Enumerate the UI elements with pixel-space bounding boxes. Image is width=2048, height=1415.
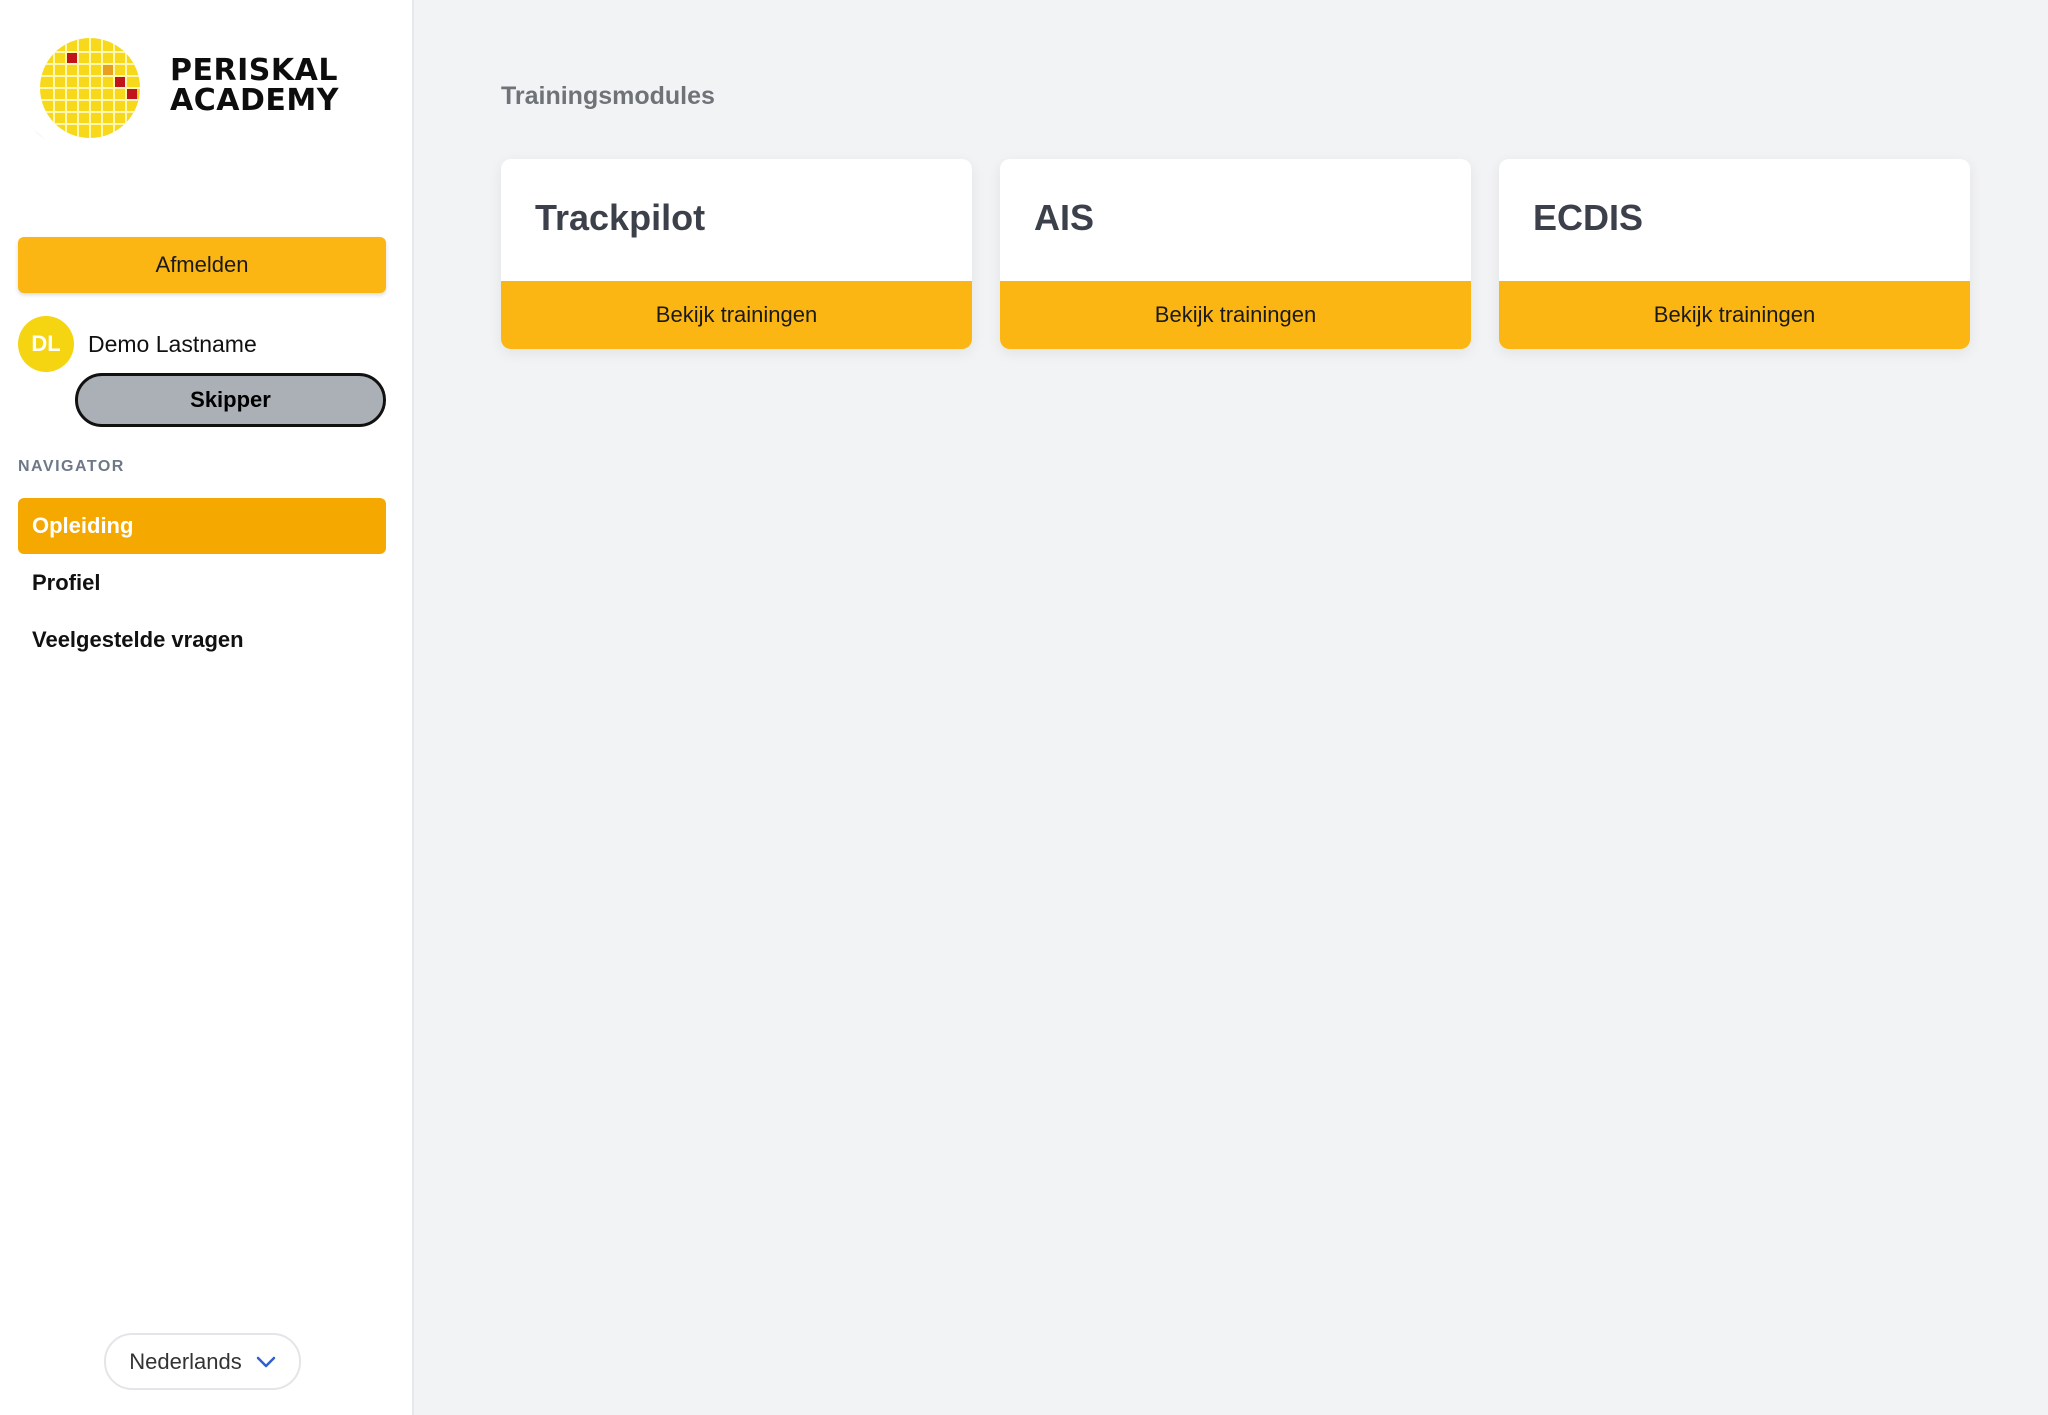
role-badge: Skipper bbox=[75, 373, 386, 427]
globe-logo-icon bbox=[22, 28, 140, 150]
brand-wordmark: PERISKAL ACADEMY bbox=[170, 56, 339, 116]
view-trainings-button[interactable]: Bekijk trainingen bbox=[501, 281, 972, 349]
nav-item-profiel[interactable]: Profiel bbox=[18, 555, 386, 611]
module-card-trackpilot: Trackpilot Bekijk trainingen bbox=[501, 159, 972, 349]
module-title: AIS bbox=[1034, 197, 1095, 238]
nav-heading: NAVIGATOR bbox=[18, 458, 125, 475]
chevron-down-icon bbox=[256, 1356, 275, 1367]
module-card-ais: AIS Bekijk trainingen bbox=[1000, 159, 1471, 349]
page-title: Trainingsmodules bbox=[501, 82, 715, 110]
sidebar: PERISKAL ACADEMY Afmelden DL Demo Lastna… bbox=[0, 0, 414, 1415]
brand-logo[interactable]: PERISKAL ACADEMY bbox=[22, 22, 362, 150]
module-title: Trackpilot bbox=[535, 197, 706, 238]
view-trainings-button[interactable]: Bekijk trainingen bbox=[1499, 281, 1970, 349]
user-name: Demo Lastname bbox=[88, 330, 257, 357]
avatar[interactable]: DL bbox=[18, 316, 74, 372]
brand-line-1: PERISKAL bbox=[170, 53, 338, 88]
brand-line-2: ACADEMY bbox=[170, 83, 339, 118]
nav-item-opleiding[interactable]: Opleiding bbox=[18, 498, 386, 554]
language-select[interactable]: Nederlands bbox=[104, 1333, 301, 1390]
nav-item-faq[interactable]: Veelgestelde vragen bbox=[18, 612, 386, 668]
user-info: DL Demo Lastname bbox=[18, 316, 257, 372]
logout-button[interactable]: Afmelden bbox=[18, 237, 386, 293]
language-selected-label: Nederlands bbox=[129, 1348, 242, 1374]
view-trainings-button[interactable]: Bekijk trainingen bbox=[1000, 281, 1471, 349]
module-card-ecdis: ECDIS Bekijk trainingen bbox=[1499, 159, 1970, 349]
module-title: ECDIS bbox=[1533, 197, 1644, 238]
